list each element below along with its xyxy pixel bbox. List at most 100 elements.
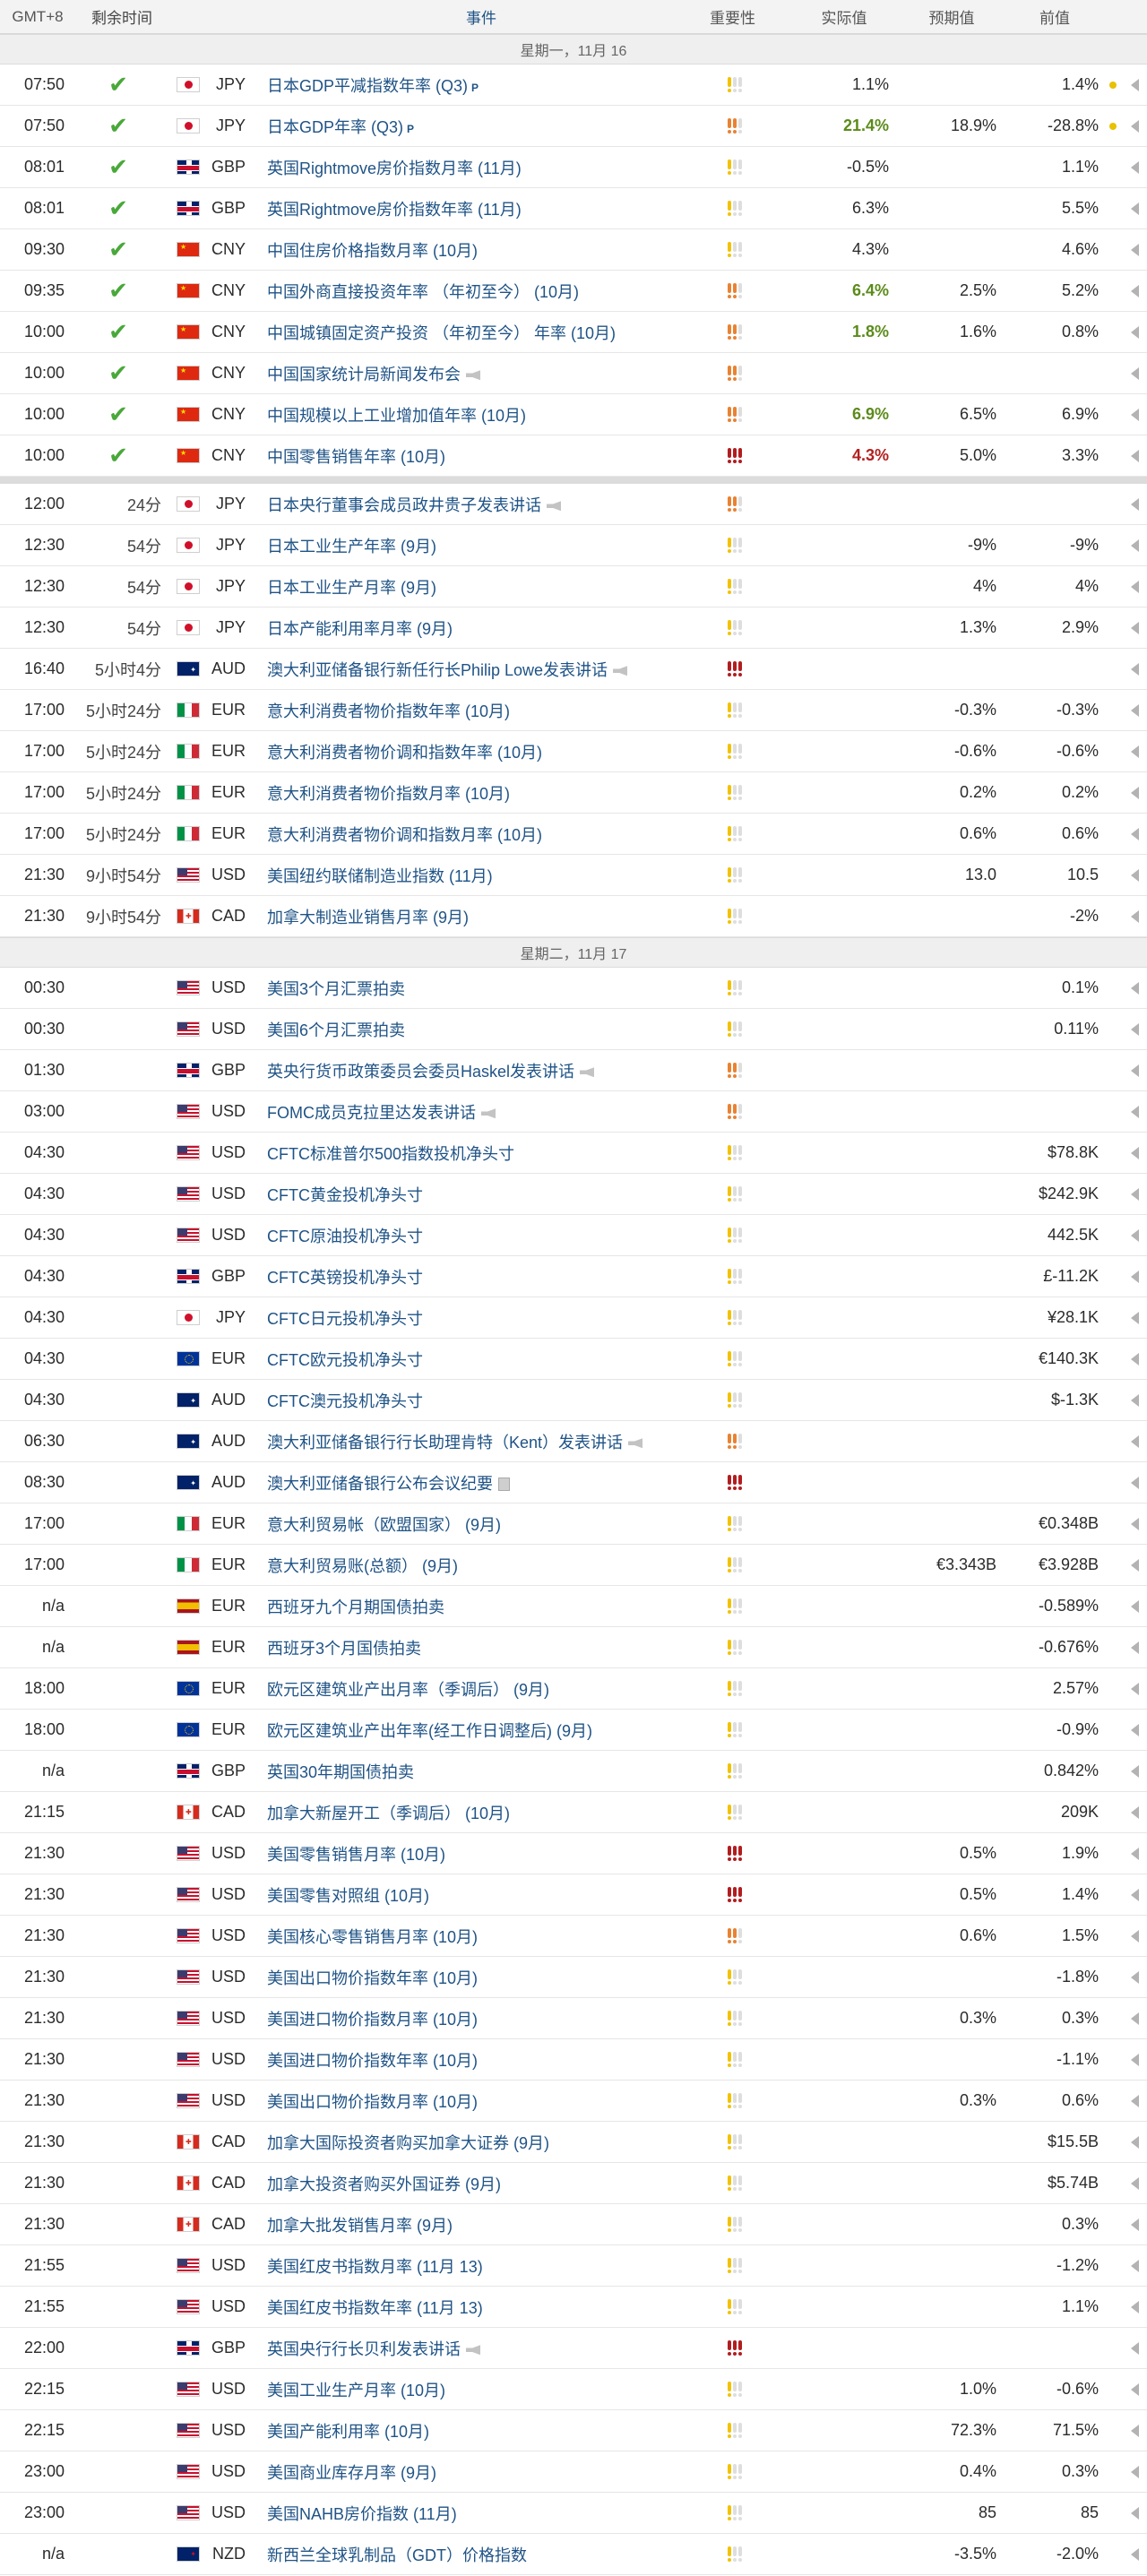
expand-cell[interactable] bbox=[1122, 868, 1147, 882]
expand-arrow-icon[interactable] bbox=[1130, 909, 1139, 923]
event-name-cell[interactable]: 日本GDP年率 (Q3) P bbox=[253, 115, 710, 138]
expand-arrow-icon[interactable] bbox=[1130, 1146, 1139, 1159]
event-name[interactable]: 英国Rightmove房价指数年率 (11月) bbox=[267, 201, 522, 219]
expand-cell[interactable] bbox=[1122, 1352, 1147, 1366]
event-name[interactable]: 美国出口物价指数月率 (10月) bbox=[267, 2093, 478, 2111]
event-row[interactable]: 04:30 EUR CFTC欧元投机净头寸 €140.3K bbox=[0, 1339, 1147, 1380]
expand-arrow-icon[interactable] bbox=[1130, 745, 1139, 758]
event-row[interactable]: 17:00 EUR 意大利贸易帐（欧盟国家） (9月) €0.348B bbox=[0, 1503, 1147, 1545]
event-row[interactable]: 10:00 ✔ CNY 中国零售销售年率 (10月) 4.3% 5.0% 3.3% bbox=[0, 435, 1147, 477]
event-row[interactable]: 04:30 USD CFTC原油投机净头寸 442.5K bbox=[0, 1215, 1147, 1256]
event-name[interactable]: 英国央行行长贝利发表讲话 bbox=[267, 2340, 461, 2358]
event-name-cell[interactable]: 英央行货币政策委员会委员Haskel发表讲话 bbox=[253, 1059, 710, 1082]
event-row[interactable]: 21:30 9小时54分 USD 美国纽约联储制造业指数 (11月) 13.0 10.5 bbox=[0, 855, 1147, 896]
event-row[interactable]: 04:30 GBP CFTC英镑投机净头寸 £-11.2K bbox=[0, 1256, 1147, 1297]
event-name[interactable]: 澳大利亚储备银行新任行长Philip Lowe发表讲话 bbox=[267, 661, 608, 679]
event-row[interactable]: 04:30 AUD CFTC澳元投机净头寸 $-1.3K bbox=[0, 1380, 1147, 1421]
expand-arrow-icon[interactable] bbox=[1130, 1764, 1139, 1778]
event-name-cell[interactable]: CFTC英镑投机净头寸 bbox=[253, 1265, 710, 1288]
expand-cell[interactable] bbox=[1122, 1228, 1147, 1242]
event-name[interactable]: 日本GDP年率 (Q3) bbox=[267, 118, 403, 136]
event-name-cell[interactable]: CFTC黄金投机净头寸 bbox=[253, 1183, 710, 1206]
event-name[interactable]: 澳大利亚储备银行公布会议纪要 bbox=[267, 1475, 493, 1493]
event-name[interactable]: 中国零售销售年率 (10月) bbox=[267, 448, 445, 466]
expand-arrow-icon[interactable] bbox=[1130, 2218, 1139, 2231]
expand-cell[interactable] bbox=[1122, 78, 1147, 91]
expand-cell[interactable] bbox=[1122, 1805, 1147, 1819]
event-name-cell[interactable]: 欧元区建筑业产出月率（季调后） (9月) bbox=[253, 1677, 710, 1701]
expand-arrow-icon[interactable] bbox=[1130, 2341, 1139, 2355]
expand-arrow-icon[interactable] bbox=[1130, 202, 1139, 215]
event-name-cell[interactable]: 意大利贸易账(总额） (9月) bbox=[253, 1554, 710, 1577]
event-row[interactable]: 22:15 USD 美国工业生产月率 (10月) 1.0% -0.6% bbox=[0, 2369, 1147, 2410]
event-row[interactable]: 04:30 USD CFTC标准普尔500指数投机净头寸 $78.8K bbox=[0, 1133, 1147, 1174]
expand-cell[interactable] bbox=[1122, 1888, 1147, 1901]
event-name[interactable]: 意大利消费者物价指数月率 (10月) bbox=[267, 785, 510, 803]
event-name-cell[interactable]: 新西兰全球乳制品（GDT）价格指数 bbox=[253, 2543, 710, 2566]
event-name[interactable]: 美国产能利用率 (10月) bbox=[267, 2423, 429, 2441]
event-row[interactable]: n/a GBP 英国30年期国债拍卖 0.842% bbox=[0, 1751, 1147, 1792]
expand-cell[interactable] bbox=[1122, 449, 1147, 462]
event-name[interactable]: 英国30年期国债拍卖 bbox=[267, 1763, 414, 1781]
expand-arrow-icon[interactable] bbox=[1130, 621, 1139, 634]
expand-arrow-icon[interactable] bbox=[1130, 1599, 1139, 1613]
event-name[interactable]: 美国红皮书指数月率 (11月 13) bbox=[267, 2258, 483, 2276]
event-name[interactable]: 新西兰全球乳制品（GDT）价格指数 bbox=[267, 2546, 527, 2564]
expand-cell[interactable] bbox=[1122, 2465, 1147, 2478]
event-row[interactable]: 21:55 USD 美国红皮书指数年率 (11月 13) 1.1% bbox=[0, 2287, 1147, 2328]
expand-cell[interactable] bbox=[1122, 580, 1147, 593]
event-name-cell[interactable]: 美国进口物价指数月率 (10月) bbox=[253, 2007, 710, 2030]
expand-arrow-icon[interactable] bbox=[1130, 160, 1139, 174]
event-name-cell[interactable]: 加拿大新屋开工（季调后） (10月) bbox=[253, 1801, 710, 1824]
expand-cell[interactable] bbox=[1122, 2218, 1147, 2231]
expand-cell[interactable] bbox=[1122, 1064, 1147, 1077]
event-name-cell[interactable]: 澳大利亚储备银行公布会议纪要 bbox=[253, 1471, 710, 1495]
event-name-cell[interactable]: 西班牙九个月期国债拍卖 bbox=[253, 1595, 710, 1618]
expand-arrow-icon[interactable] bbox=[1130, 2259, 1139, 2272]
event-name-cell[interactable]: 美国NAHB房价指数 (11月) bbox=[253, 2502, 710, 2525]
event-row[interactable]: 21:30 USD 美国零售对照组 (10月) 0.5% 1.4% bbox=[0, 1874, 1147, 1916]
event-name-cell[interactable]: 澳大利亚储备银行新任行长Philip Lowe发表讲话 bbox=[253, 658, 710, 681]
expand-arrow-icon[interactable] bbox=[1130, 1888, 1139, 1901]
expand-cell[interactable] bbox=[1122, 1599, 1147, 1613]
event-name[interactable]: 日本工业生产月率 (9月) bbox=[267, 579, 436, 597]
event-name[interactable]: 美国零售对照组 (10月) bbox=[267, 1887, 429, 1905]
event-name[interactable]: 英央行货币政策委员会委员Haskel发表讲话 bbox=[267, 1063, 574, 1081]
event-name-cell[interactable]: 美国商业库存月率 (9月) bbox=[253, 2460, 710, 2484]
expand-arrow-icon[interactable] bbox=[1130, 78, 1139, 91]
event-name-cell[interactable]: 美国核心零售销售月率 (10月) bbox=[253, 1925, 710, 1948]
event-name-cell[interactable]: 美国红皮书指数年率 (11月 13) bbox=[253, 2296, 710, 2319]
event-row[interactable]: 17:00 EUR 意大利贸易账(总额） (9月) €3.343B €3.928B bbox=[0, 1545, 1147, 1586]
expand-cell[interactable] bbox=[1122, 2012, 1147, 2025]
event-name-cell[interactable]: 中国国家统计局新闻发布会 bbox=[253, 362, 710, 385]
expand-arrow-icon[interactable] bbox=[1130, 1682, 1139, 1695]
event-row[interactable]: n/a EUR 西班牙3个月国债拍卖 -0.676% bbox=[0, 1627, 1147, 1668]
expand-arrow-icon[interactable] bbox=[1130, 786, 1139, 799]
expand-arrow-icon[interactable] bbox=[1130, 449, 1139, 462]
event-name[interactable]: 欧元区建筑业产出月率（季调后） (9月) bbox=[267, 1681, 549, 1699]
event-row[interactable]: 18:00 EUR 欧元区建筑业产出年率(经工作日调整后) (9月) -0.9% bbox=[0, 1710, 1147, 1751]
event-row[interactable]: 17:00 5小时24分 EUR 意大利消费者物价指数年率 (10月) -0.3% -0.… bbox=[0, 690, 1147, 731]
event-name-cell[interactable]: CFTC欧元投机净头寸 bbox=[253, 1348, 710, 1371]
event-row[interactable]: 18:00 EUR 欧元区建筑业产出月率（季调后） (9月) 2.57% bbox=[0, 1668, 1147, 1710]
event-row[interactable]: 08:01 ✔ GBP 英国Rightmove房价指数月率 (11月) -0.5% 1.1… bbox=[0, 147, 1147, 188]
event-row[interactable]: 21:30 USD 美国零售销售月率 (10月) 0.5% 1.9% bbox=[0, 1833, 1147, 1874]
event-name-cell[interactable]: CFTC澳元投机净头寸 bbox=[253, 1389, 710, 1412]
event-name[interactable]: 美国红皮书指数年率 (11月 13) bbox=[267, 2299, 483, 2317]
event-row[interactable]: 09:30 ✔ CNY 中国住房价格指数月率 (10月) 4.3% 4.6% bbox=[0, 229, 1147, 271]
event-name[interactable]: 美国3个月汇票拍卖 bbox=[267, 980, 405, 998]
expand-arrow-icon[interactable] bbox=[1130, 1270, 1139, 1283]
event-name-cell[interactable]: 美国零售对照组 (10月) bbox=[253, 1883, 710, 1907]
event-name[interactable]: 美国纽约联储制造业指数 (11月) bbox=[267, 867, 493, 885]
event-name[interactable]: CFTC英镑投机净头寸 bbox=[267, 1269, 423, 1287]
event-row[interactable]: 08:01 ✔ GBP 英国Rightmove房价指数年率 (11月) 6.3% 5.5% bbox=[0, 188, 1147, 229]
event-name[interactable]: 美国出口物价指数年率 (10月) bbox=[267, 1969, 478, 1987]
event-name[interactable]: 中国规模以上工业增加值年率 (10月) bbox=[267, 407, 526, 425]
expand-arrow-icon[interactable] bbox=[1130, 2382, 1139, 2396]
event-name-cell[interactable]: 中国零售销售年率 (10月) bbox=[253, 444, 710, 468]
event-row[interactable]: 21:30 USD 美国进口物价指数年率 (10月) -1.1% bbox=[0, 2039, 1147, 2081]
event-name[interactable]: 日本工业生产年率 (9月) bbox=[267, 538, 436, 556]
expand-arrow-icon[interactable] bbox=[1130, 243, 1139, 256]
event-name[interactable]: 加拿大投资者购买外国证券 (9月) bbox=[267, 2175, 501, 2193]
expand-arrow-icon[interactable] bbox=[1130, 2135, 1139, 2149]
